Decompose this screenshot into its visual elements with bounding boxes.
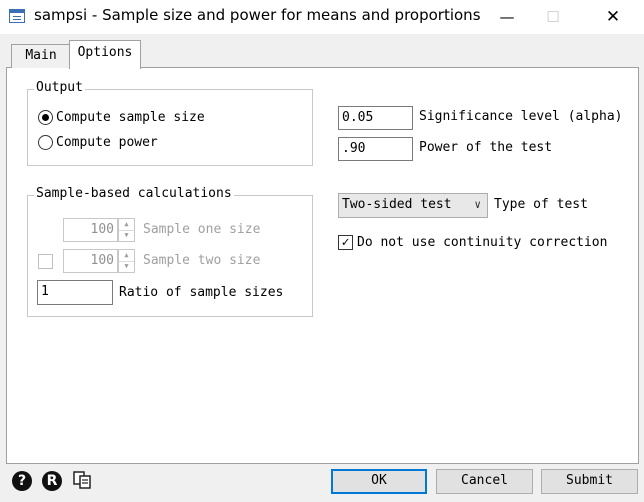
spin-down-icon: ▼ [124, 231, 129, 239]
cancel-button[interactable]: Cancel [436, 469, 533, 494]
continuity-correction-label[interactable]: Do not use continuity correction [357, 235, 607, 250]
power-input[interactable]: .90 [338, 137, 413, 161]
submit-button[interactable]: Submit [541, 469, 638, 494]
compute-power-label[interactable]: Compute power [56, 135, 158, 150]
compute-sample-size-radio[interactable] [38, 110, 53, 125]
ratio-input[interactable]: 1 [37, 280, 113, 305]
sample-one-size-spinner: ▲ ▼ [118, 218, 135, 242]
close-button[interactable]: ✕ [590, 0, 636, 34]
test-type-select[interactable]: Two-sided test ∨ [338, 193, 488, 218]
maximize-button: ☐ [546, 8, 560, 26]
power-label: Power of the test [419, 140, 553, 155]
output-group-legend: Output [34, 80, 85, 95]
alpha-label: Significance level (alpha) [419, 109, 623, 124]
spin-down-icon: ▼ [124, 262, 129, 270]
sample-one-size-label: Sample one size [143, 222, 261, 237]
sample-one-size-input: 100 [63, 218, 118, 242]
window-title: sampsi - Sample size and power for means… [34, 6, 481, 24]
sample-two-size-label: Sample two size [143, 253, 261, 268]
test-type-label: Type of test [494, 197, 588, 212]
help-icon[interactable]: ? [12, 471, 32, 491]
chevron-down-icon: ∨ [474, 198, 481, 211]
sample-calc-group-legend: Sample-based calculations [34, 186, 234, 201]
app-window-icon [9, 9, 25, 23]
ratio-label: Ratio of sample sizes [119, 285, 284, 300]
copy-command-icon[interactable] [72, 470, 92, 490]
alpha-input[interactable]: 0.05 [338, 106, 413, 130]
ok-button[interactable]: OK [331, 469, 427, 494]
sample-two-size-checkbox [38, 254, 53, 269]
sample-two-size-input: 100 [63, 249, 118, 273]
sample-two-size-spinner: ▲ ▼ [118, 249, 135, 273]
test-type-value: Two-sided test [342, 197, 452, 212]
reset-icon[interactable]: R [42, 471, 62, 491]
compute-sample-size-label[interactable]: Compute sample size [56, 110, 205, 125]
tab-main[interactable]: Main [11, 44, 71, 68]
minimize-button[interactable]: — [484, 0, 530, 34]
compute-power-radio[interactable] [38, 135, 53, 150]
tab-options[interactable]: Options [69, 40, 141, 69]
output-group [27, 89, 313, 166]
continuity-correction-checkbox[interactable]: ✓ [338, 235, 353, 250]
